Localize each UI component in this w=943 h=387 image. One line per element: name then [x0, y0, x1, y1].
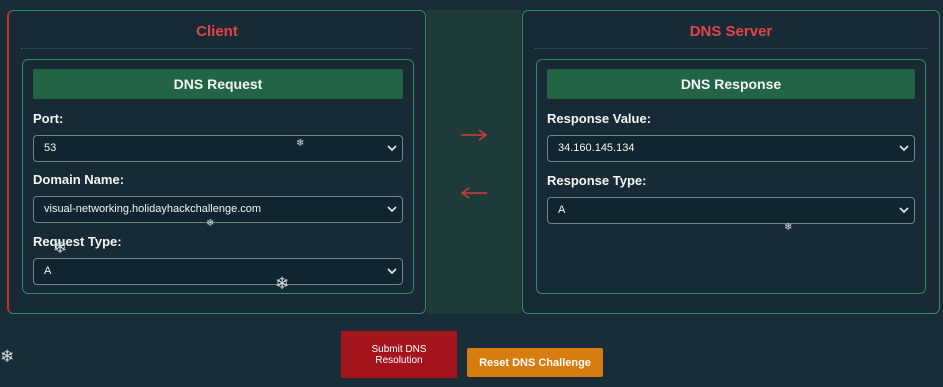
arrow-left-icon: [460, 187, 487, 199]
response-type-select[interactable]: A: [547, 197, 915, 224]
snowflake-icon: ❄: [206, 218, 215, 229]
domain-name-label: Domain Name:: [33, 172, 125, 187]
reset-dns-challenge-button[interactable]: Reset DNS Challenge: [467, 348, 603, 377]
dns-response-header: DNS Response: [547, 69, 915, 99]
chevron-down-icon: [387, 268, 397, 275]
chevron-down-icon: [899, 145, 909, 152]
snowflake-icon: ❄: [784, 222, 793, 233]
snowflake-icon: ❄: [0, 347, 15, 366]
client-panel: Client DNS Request Port: 53 Domain Name:…: [7, 10, 426, 314]
snowflake-icon: ❄: [53, 238, 68, 257]
chevron-down-icon: [387, 206, 397, 213]
domain-name-select[interactable]: visual-networking.holidayhackchallenge.c…: [33, 196, 403, 223]
snowflake-icon: ❄: [275, 274, 290, 293]
chevron-down-icon: [387, 145, 397, 152]
request-type-value: A: [44, 265, 52, 277]
dns-request-card: DNS Request Port: 53 Domain Name: visual…: [22, 59, 414, 294]
response-type-value: A: [558, 204, 566, 216]
domain-name-value: visual-networking.holidayhackchallenge.c…: [44, 203, 262, 215]
connection-area: [427, 10, 521, 314]
dns-response-card: DNS Response Response Value: 34.160.145.…: [536, 59, 926, 294]
request-type-label: Request Type:: [33, 234, 122, 249]
client-title: Client: [21, 23, 413, 49]
dns-request-header: DNS Request: [33, 69, 403, 99]
port-label: Port:: [33, 111, 64, 126]
response-value-value: 34.160.145.134: [558, 142, 635, 154]
dns-server-title: DNS Server: [535, 23, 927, 49]
chevron-down-icon: [899, 207, 909, 214]
response-value-select[interactable]: 34.160.145.134: [547, 135, 915, 162]
request-type-select[interactable]: A: [33, 258, 403, 285]
snowflake-icon: ❄: [296, 138, 305, 149]
port-select[interactable]: 53: [33, 135, 403, 162]
arrow-right-icon: [461, 129, 488, 141]
dns-server-panel: DNS Server DNS Response Response Value: …: [522, 10, 940, 314]
submit-dns-resolution-button[interactable]: Submit DNS Resolution: [341, 331, 457, 378]
port-value: 53: [44, 142, 57, 154]
response-type-label: Response Type:: [547, 173, 647, 188]
response-value-label: Response Value:: [547, 111, 652, 126]
